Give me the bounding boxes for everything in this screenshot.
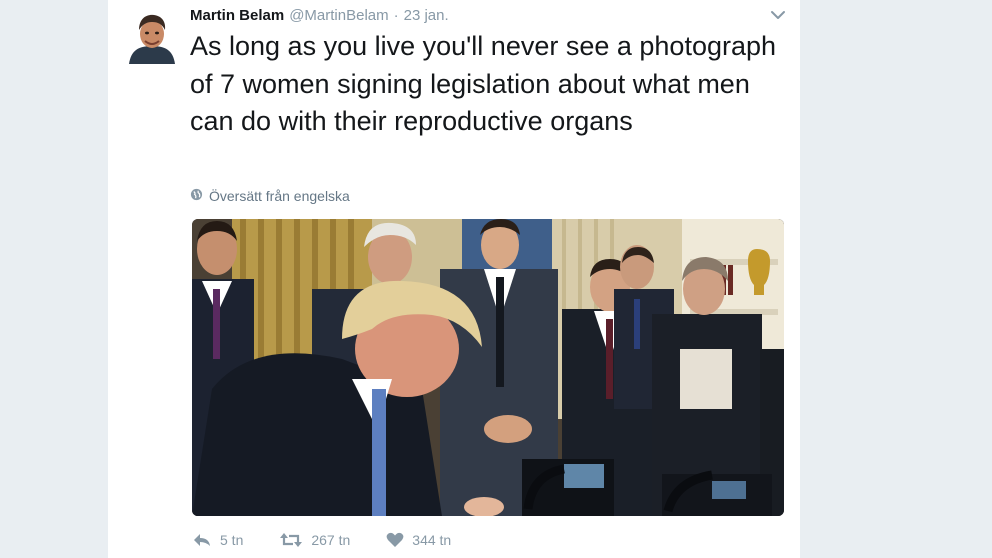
tweet-photo[interactable] [192,219,784,516]
tweet-text: As long as you live you'll never see a p… [190,31,777,136]
tweet-card: Martin Belam @MartinBelam · 23 jan. As l… [108,0,800,558]
author-name[interactable]: Martin Belam [190,7,284,24]
author-handle[interactable]: @MartinBelam [289,7,388,24]
header-separator: · [393,7,399,24]
retweet-icon [279,532,303,548]
avatar[interactable] [125,10,179,64]
translate-link[interactable]: Översätt från engelska [190,186,350,206]
heart-icon [386,532,404,548]
tweet-date[interactable]: 23 jan. [404,7,449,24]
chevron-down-icon[interactable] [770,8,786,20]
reply-button[interactable]: 5 tn [192,532,243,548]
reply-count: 5 tn [220,532,244,548]
like-button[interactable]: 344 tn [386,532,451,548]
tweet-header: Martin Belam @MartinBelam · 23 jan. [190,7,449,27]
reply-icon [192,532,212,548]
like-count: 344 tn [412,532,452,548]
right-gutter [800,0,992,558]
globe-icon [190,188,203,204]
retweet-button[interactable]: 267 tn [279,532,350,548]
translate-label: Översätt från engelska [209,188,350,204]
retweet-count: 267 tn [311,532,351,548]
tweet-actions: 5 tn 267 tn 344 tn [192,529,487,551]
left-gutter [0,0,108,558]
